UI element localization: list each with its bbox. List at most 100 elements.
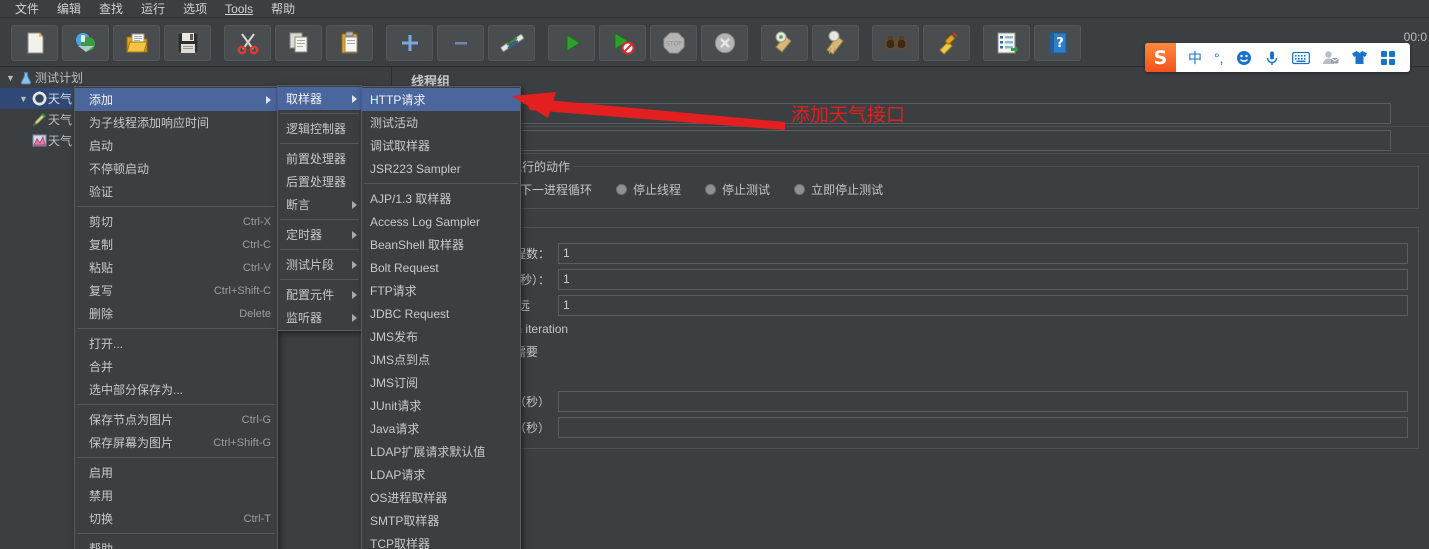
add-submenu-item-listener[interactable]: 监听器 [278, 306, 361, 329]
function-helper-icon[interactable] [983, 24, 1030, 61]
sampler-item-bolt-request[interactable]: Bolt Request [362, 256, 520, 279]
context-menu-item-duplicate[interactable]: 复写 Ctrl+Shift-C [75, 279, 277, 302]
sogou-ime-toolbar[interactable]: S 中 °, [1145, 43, 1410, 72]
duration-input[interactable] [558, 390, 1408, 412]
sampler-item-jsr223-sampler[interactable]: JSR223 Sampler [362, 157, 520, 180]
sampler-item-tcp-sampler[interactable]: TCP取样器 [362, 532, 520, 549]
add-submenu-item-sampler[interactable]: 取样器 [278, 87, 361, 110]
add-submenu-item-test-fragment[interactable]: 测试片段 [278, 253, 361, 276]
delay-thread-creation-row[interactable]: 延迟创建线程直到需要 [410, 340, 1412, 362]
search-icon[interactable] [872, 24, 919, 61]
toolbox-icon[interactable] [1374, 43, 1402, 72]
context-menu-item-add[interactable]: 添加 [75, 88, 277, 111]
menubar-item-edit[interactable]: 编辑 [48, 0, 90, 18]
radio-icon[interactable] [705, 184, 717, 195]
voice-input-icon[interactable] [1258, 43, 1286, 72]
paste-icon[interactable] [326, 24, 373, 61]
start-no-pause-icon[interactable] [599, 24, 646, 61]
tree-expander-icon[interactable]: ▼ [17, 94, 30, 104]
stop-icon[interactable]: STOP [650, 24, 697, 61]
sampler-item-jms-publisher[interactable]: JMS发布 [362, 325, 520, 348]
sampler-item-ldap-extended-request-defaults[interactable]: LDAP扩展请求默认值 [362, 440, 520, 463]
error-option-stop-thread[interactable]: 停止线程 [616, 181, 681, 198]
add-submenu-item-post-processor[interactable]: 后置处理器 [278, 170, 368, 193]
sogou-logo-icon[interactable]: S [1145, 43, 1176, 72]
sampler-item-jms-subscriber[interactable]: JMS订阅 [362, 371, 520, 394]
menubar-item-options[interactable]: 选项 [174, 0, 216, 18]
tree-expander-icon[interactable]: ▼ [4, 73, 17, 83]
loop-count-input[interactable] [558, 294, 1408, 316]
context-menu-item-start-no-pauses[interactable]: 不停顿启动 [75, 157, 277, 180]
menubar-item-search[interactable]: 查找 [90, 0, 132, 18]
startup-delay-input[interactable] [558, 416, 1408, 438]
reset-search-icon[interactable] [923, 24, 970, 61]
expand-all-icon[interactable] [386, 24, 433, 61]
collapse-all-icon[interactable] [437, 24, 484, 61]
context-menu-item-help[interactable]: 帮助 [75, 537, 277, 549]
context-menu-item-save-screen-as-image[interactable]: 保存屏幕为图片 Ctrl+Shift-G [75, 431, 277, 454]
sampler-item-access-log-sampler[interactable]: Access Log Sampler [362, 210, 520, 233]
context-menu-item-toggle[interactable]: 切换 Ctrl-T [75, 507, 277, 530]
add-submenu[interactable]: 取样器 逻辑控制器 前置处理器 后置处理器 断言 定时器 测试片段 配置元件 监… [277, 85, 368, 331]
open-icon[interactable] [113, 24, 160, 61]
sampler-item-junit-request[interactable]: JUnit请求 [362, 394, 520, 417]
toggle-icon[interactable] [488, 24, 535, 61]
context-menu-item-start[interactable]: 启动 [75, 134, 277, 157]
context-menu-item-paste[interactable]: 粘贴 Ctrl-V [75, 256, 277, 279]
add-submenu-item-assertion[interactable]: 断言 [278, 193, 361, 216]
same-user-row[interactable]: Same user on each iteration [410, 318, 1412, 340]
sampler-item-java-request[interactable]: Java请求 [362, 417, 520, 440]
tree-context-menu[interactable]: 添加 为子线程添加响应时间 启动 不停顿启动 验证 剪切 Ctrl-X 复制 C… [74, 86, 278, 549]
sampler-item-http-request[interactable]: HTTP请求 [362, 88, 520, 111]
context-menu-item-save-selection-as[interactable]: 选中部分保存为... [75, 378, 277, 401]
sampler-item-jms-point-to-point[interactable]: JMS点到点 [362, 348, 520, 371]
copy-icon[interactable] [275, 24, 322, 61]
menubar-item-tools[interactable]: Tools [216, 0, 262, 18]
user-icon[interactable] [1316, 43, 1345, 72]
context-menu-item-merge[interactable]: 合并 [75, 355, 277, 378]
context-menu-item-copy[interactable]: 复制 Ctrl-C [75, 233, 277, 256]
clear-all-icon[interactable] [812, 24, 859, 61]
templates-icon[interactable] [62, 24, 109, 61]
chinese-mode-icon[interactable]: 中 [1182, 43, 1208, 72]
skin-icon[interactable] [1345, 43, 1374, 72]
sampler-item-beanshell-sampler[interactable]: BeanShell 取样器 [362, 233, 520, 256]
help-icon[interactable]: ? [1034, 24, 1081, 61]
add-submenu-item-timer[interactable]: 定时器 [278, 223, 361, 246]
clear-icon[interactable] [761, 24, 808, 61]
sampler-item-ajp-sampler[interactable]: AJP/1.3 取样器 [362, 187, 520, 210]
add-submenu-item-pre-processor[interactable]: 前置处理器 [278, 147, 368, 170]
ramp-up-input[interactable] [558, 268, 1408, 290]
add-submenu-item-config-element[interactable]: 配置元件 [278, 283, 361, 306]
context-menu-item-open[interactable]: 打开... [75, 332, 277, 355]
sampler-submenu[interactable]: HTTP请求 测试活动 调试取样器 JSR223 Sampler AJP/1.3… [361, 86, 521, 549]
name-input[interactable] [461, 102, 1391, 124]
shutdown-icon[interactable] [701, 24, 748, 61]
punctuation-mode-icon[interactable]: °, [1208, 43, 1230, 72]
radio-icon[interactable] [616, 184, 628, 195]
menubar-item-run[interactable]: 运行 [132, 0, 174, 18]
error-option-stop-test-now[interactable]: 立即停止测试 [794, 181, 883, 198]
save-icon[interactable] [164, 24, 211, 61]
context-menu-item-disable[interactable]: 禁用 [75, 484, 277, 507]
emoji-icon[interactable] [1230, 43, 1258, 72]
new-icon[interactable] [11, 24, 58, 61]
menubar-item-help[interactable]: 帮助 [262, 0, 304, 18]
comment-input[interactable] [461, 129, 1391, 151]
thread-count-input[interactable] [558, 242, 1408, 264]
menubar-item-file[interactable]: 文件 [6, 0, 48, 18]
context-menu-item-cut[interactable]: 剪切 Ctrl-X [75, 210, 277, 233]
sampler-item-test-action[interactable]: 测试活动 [362, 111, 520, 134]
sampler-item-ldap-request[interactable]: LDAP请求 [362, 463, 520, 486]
error-option-stop-test[interactable]: 停止测试 [705, 181, 770, 198]
sampler-item-smtp-sampler[interactable]: SMTP取样器 [362, 509, 520, 532]
context-menu-item-save-node-as-image[interactable]: 保存节点为图片 Ctrl-G [75, 408, 277, 431]
add-submenu-item-logic-controller[interactable]: 逻辑控制器 [278, 117, 368, 140]
cut-icon[interactable] [224, 24, 271, 61]
sampler-item-os-process-sampler[interactable]: OS进程取样器 [362, 486, 520, 509]
context-menu-item-enable[interactable]: 启用 [75, 461, 277, 484]
start-icon[interactable] [548, 24, 595, 61]
context-menu-item-add-think-times[interactable]: 为子线程添加响应时间 [75, 111, 277, 134]
sampler-item-debug-sampler[interactable]: 调试取样器 [362, 134, 520, 157]
context-menu-item-validate[interactable]: 验证 [75, 180, 277, 203]
